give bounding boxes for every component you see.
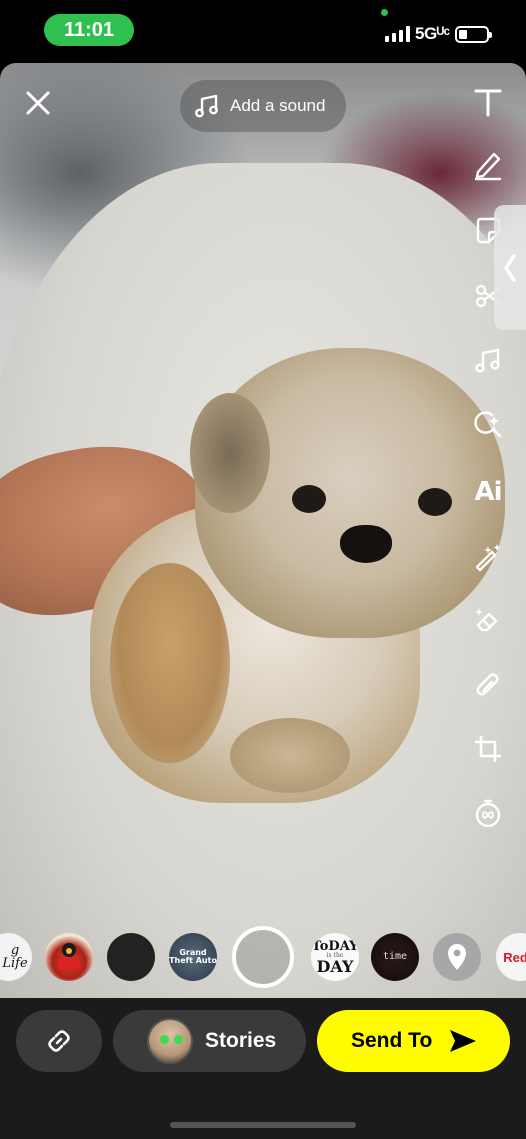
network-type: 5Gᵁᶜ xyxy=(415,24,450,43)
lens-thug-life[interactable]: g Life xyxy=(0,933,32,981)
lens-location[interactable] xyxy=(433,933,481,981)
timer-tool-button[interactable] xyxy=(470,795,506,831)
lens-redbull[interactable]: Red B xyxy=(496,933,526,981)
lens-today-day[interactable]: ToDAY is the DAY xyxy=(311,933,359,981)
close-icon xyxy=(26,91,50,115)
music-note-icon xyxy=(195,94,218,118)
capture-lens-button[interactable] xyxy=(232,926,294,988)
close-button[interactable] xyxy=(20,85,56,121)
snap-photo[interactable] xyxy=(0,63,526,998)
attach-tool-button[interactable] xyxy=(470,667,506,703)
link-icon xyxy=(48,1030,70,1052)
lens-black[interactable] xyxy=(107,933,155,981)
status-time: 11:01 xyxy=(44,14,134,46)
text-icon xyxy=(474,89,502,117)
bottom-bar: Stories Send To xyxy=(0,998,526,1139)
tools-drawer-handle[interactable] xyxy=(494,205,526,330)
send-to-button[interactable]: Send To xyxy=(317,1010,510,1072)
stories-button[interactable]: Stories xyxy=(113,1010,306,1072)
lens-cartoon[interactable] xyxy=(45,933,93,981)
lens-gta[interactable]: Grand Theft Auto xyxy=(169,933,217,981)
magic-wand-icon xyxy=(475,544,501,572)
lens-time[interactable]: time xyxy=(371,933,419,981)
battery-icon xyxy=(455,26,492,43)
magic-wand-tool-button[interactable] xyxy=(470,538,506,574)
home-indicator[interactable] xyxy=(170,1122,356,1128)
eraser-tool-button[interactable] xyxy=(470,602,506,638)
camera-indicator-dot xyxy=(381,9,388,16)
ai-tool-label: Ai xyxy=(474,477,502,507)
music-note-icon xyxy=(475,348,500,373)
send-to-label: Send To xyxy=(351,1029,433,1052)
draw-tool-button[interactable] xyxy=(470,146,506,182)
stories-label: Stories xyxy=(205,1029,277,1052)
link-button[interactable] xyxy=(16,1010,102,1072)
eraser-sparkle-icon xyxy=(475,608,498,632)
send-arrow-icon xyxy=(450,1030,477,1052)
chevron-left-icon xyxy=(504,253,516,282)
paperclip-icon xyxy=(476,673,499,696)
cartoon-character-icon xyxy=(58,943,80,970)
lens-search-tool-button[interactable] xyxy=(470,406,506,442)
music-tool-button[interactable] xyxy=(470,342,506,378)
search-sparkle-icon xyxy=(474,411,502,438)
location-pin-icon xyxy=(448,944,466,970)
text-tool-button[interactable] xyxy=(470,84,506,120)
crop-icon xyxy=(475,736,501,762)
crop-tool-button[interactable] xyxy=(470,731,506,767)
pencil-icon xyxy=(474,152,502,181)
signal-strength-icon xyxy=(385,26,410,42)
lens-carousel[interactable]: g Life Grand Theft Auto ToDAY is the DAY… xyxy=(0,926,526,988)
ai-tool-button[interactable]: Ai xyxy=(470,474,506,510)
timer-infinity-icon xyxy=(475,799,501,828)
status-bar: 11:01 5Gᵁᶜ xyxy=(0,0,526,62)
avatar xyxy=(147,1018,193,1064)
add-sound-label: Add a sound xyxy=(230,96,326,115)
add-sound-button[interactable]: Add a sound xyxy=(180,80,346,132)
